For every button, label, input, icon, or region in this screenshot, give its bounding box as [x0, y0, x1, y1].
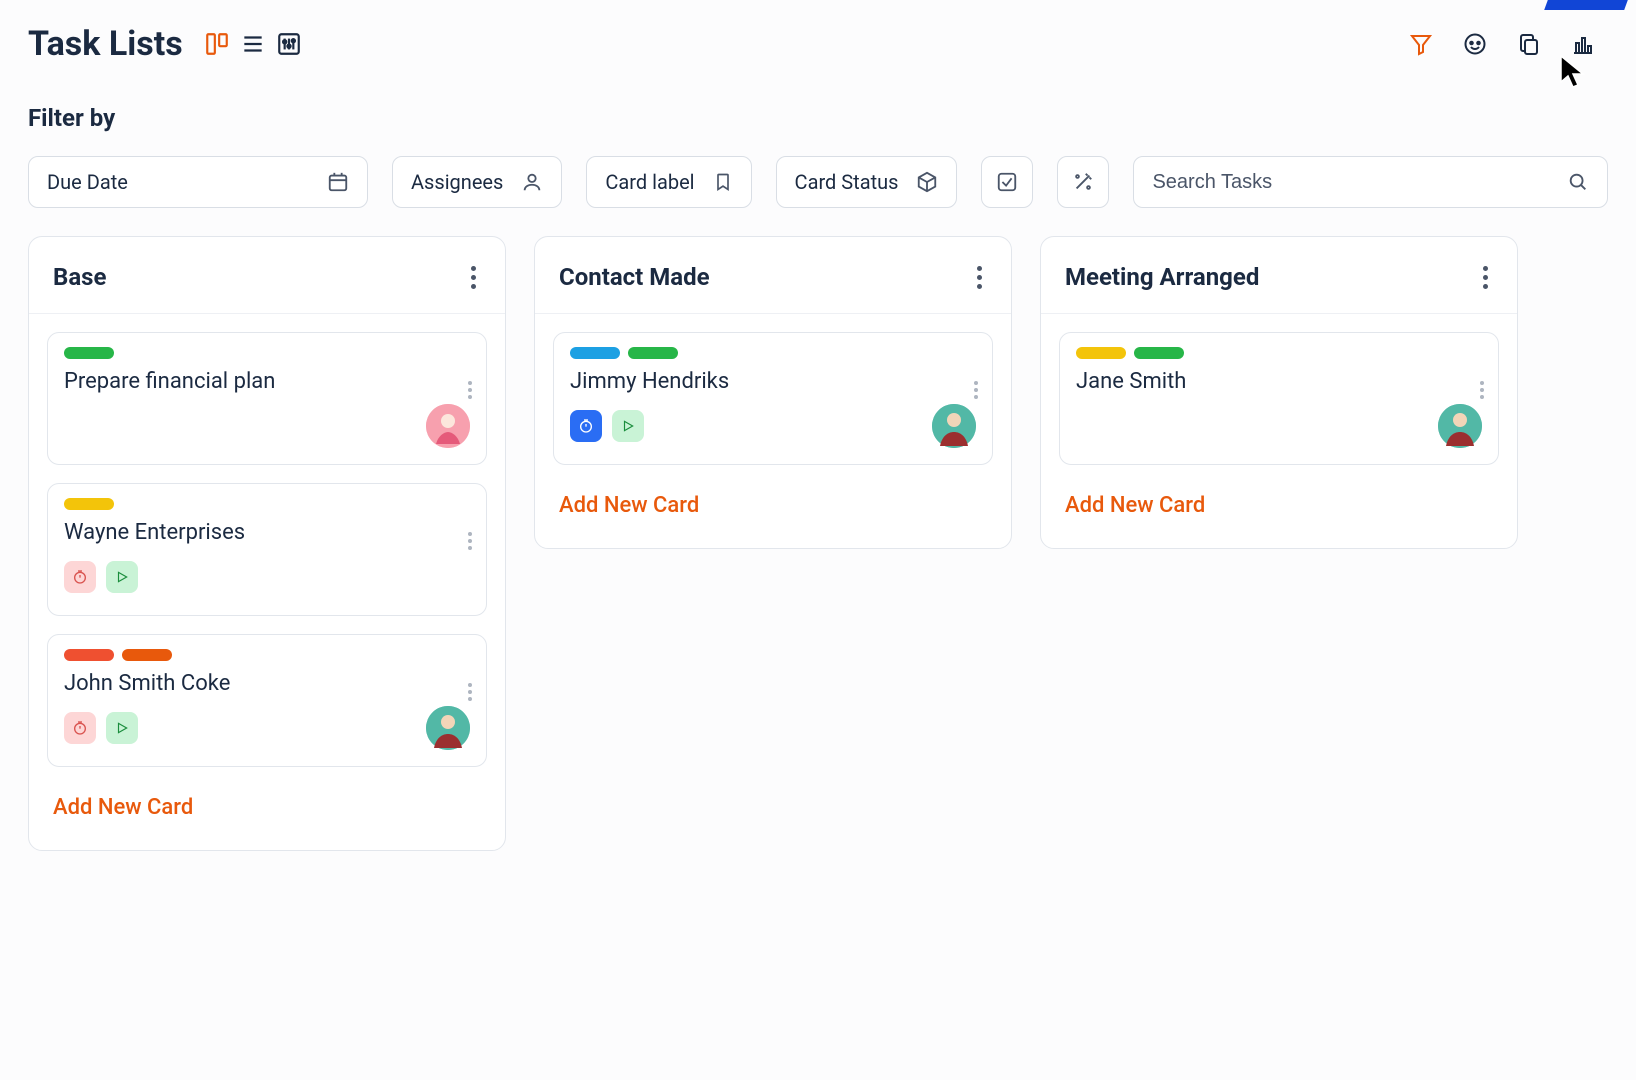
bookmark-icon: [713, 171, 733, 193]
column-body: Jimmy Hendriks: [535, 314, 1011, 483]
card-badges: [570, 410, 644, 442]
check-icon: [996, 171, 1018, 193]
card-title: Jimmy Hendriks: [570, 369, 976, 394]
label-green: [1134, 347, 1184, 359]
card-labels: [64, 498, 470, 510]
filter-icon[interactable]: [1408, 31, 1434, 57]
header-left: Task Lists: [28, 24, 303, 64]
timer-badge-icon[interactable]: [570, 410, 602, 442]
card-footer: [64, 555, 470, 599]
page-title: Task Lists: [28, 24, 183, 64]
share-icon[interactable]: [1462, 31, 1488, 57]
task-card[interactable]: Jane Smith: [1059, 332, 1499, 465]
label-orange: [122, 649, 172, 661]
settings-view-icon[interactable]: [275, 30, 303, 58]
card-badges: [64, 712, 138, 744]
card-title: John Smith Coke: [64, 671, 470, 696]
filter-heading: Filter by: [28, 104, 1608, 132]
task-card[interactable]: John Smith Coke: [47, 634, 487, 767]
sparkle-icon: [1072, 171, 1094, 193]
task-card[interactable]: Prepare financial plan: [47, 332, 487, 465]
column-menu-icon[interactable]: [1483, 266, 1489, 289]
filter-due-date-label: Due Date: [47, 170, 128, 194]
board-view-icon[interactable]: [203, 30, 231, 58]
avatar[interactable]: [1438, 404, 1482, 448]
card-title: Jane Smith: [1076, 369, 1482, 394]
task-card[interactable]: Wayne Enterprises: [47, 483, 487, 616]
column-menu-icon[interactable]: [471, 266, 477, 289]
search-icon: [1567, 171, 1589, 193]
filter-assignees[interactable]: Assignees: [392, 156, 562, 208]
card-labels: [570, 347, 976, 359]
card-labels: [64, 649, 470, 661]
label-red: [64, 649, 114, 661]
label-green: [64, 347, 114, 359]
task-card[interactable]: Jimmy Hendriks: [553, 332, 993, 465]
search-input[interactable]: [1152, 171, 1555, 194]
label-green: [628, 347, 678, 359]
filter-card-label-text: Card label: [605, 170, 694, 194]
person-icon: [521, 171, 543, 193]
tooltip-wedge: [1544, 0, 1628, 10]
page-header: Task Lists: [28, 24, 1608, 64]
play-badge-icon[interactable]: [612, 410, 644, 442]
filter-assignees-label: Assignees: [411, 170, 503, 194]
timer-badge-icon[interactable]: [64, 712, 96, 744]
card-footer: [64, 706, 470, 750]
label-blue: [570, 347, 620, 359]
play-badge-icon[interactable]: [106, 712, 138, 744]
card-menu-icon[interactable]: [1480, 381, 1484, 399]
avatar[interactable]: [932, 404, 976, 448]
column-title: Contact Made: [559, 263, 710, 291]
card-title: Wayne Enterprises: [64, 520, 470, 545]
copy-icon[interactable]: [1516, 31, 1542, 57]
timer-badge-icon[interactable]: [64, 561, 96, 593]
column-title: Base: [53, 263, 106, 291]
avatar[interactable]: [426, 404, 470, 448]
filter-row: Due Date Assignees Card label Card Statu…: [28, 156, 1608, 208]
column-menu-icon[interactable]: [977, 266, 983, 289]
card-menu-icon[interactable]: [468, 381, 472, 399]
add-card-button[interactable]: Add New Card: [1041, 483, 1517, 548]
box-icon: [916, 171, 938, 193]
header-actions: [1408, 31, 1608, 57]
column-base: Base Prepare financial plan: [28, 236, 506, 851]
card-footer: [570, 404, 976, 448]
label-yellow: [1076, 347, 1126, 359]
card-badges: [64, 561, 138, 593]
column-header: Contact Made: [535, 237, 1011, 314]
card-labels: [64, 347, 470, 359]
add-card-button[interactable]: Add New Card: [29, 785, 505, 850]
filter-clear[interactable]: [1057, 156, 1109, 208]
avatar[interactable]: [426, 706, 470, 750]
column-body: Prepare financial plan Wayne Enterprises: [29, 314, 505, 785]
card-labels: [1076, 347, 1482, 359]
calendar-icon: [327, 171, 349, 193]
view-switcher: [203, 30, 303, 58]
card-menu-icon[interactable]: [974, 381, 978, 399]
label-yellow: [64, 498, 114, 510]
filter-card-status[interactable]: Card Status: [776, 156, 958, 208]
card-menu-icon[interactable]: [468, 532, 472, 550]
column-meeting-arranged: Meeting Arranged Jane Smith Add New C: [1040, 236, 1518, 549]
chart-icon[interactable]: [1570, 31, 1596, 57]
column-header: Base: [29, 237, 505, 314]
card-menu-icon[interactable]: [468, 683, 472, 701]
column-header: Meeting Arranged: [1041, 237, 1517, 314]
filter-card-status-label: Card Status: [795, 170, 899, 194]
add-card-button[interactable]: Add New Card: [535, 483, 1011, 548]
column-body: Jane Smith: [1041, 314, 1517, 483]
filter-checkbox[interactable]: [981, 156, 1033, 208]
filter-due-date[interactable]: Due Date: [28, 156, 368, 208]
filter-card-label[interactable]: Card label: [586, 156, 751, 208]
card-title: Prepare financial plan: [64, 369, 470, 394]
card-footer: [1076, 404, 1482, 448]
play-badge-icon[interactable]: [106, 561, 138, 593]
column-contact-made: Contact Made Jimmy Hendriks: [534, 236, 1012, 549]
list-view-icon[interactable]: [239, 30, 267, 58]
card-footer: [64, 404, 470, 448]
column-title: Meeting Arranged: [1065, 263, 1259, 291]
kanban-board: Base Prepare financial plan: [28, 236, 1608, 851]
search-box[interactable]: [1133, 156, 1608, 208]
